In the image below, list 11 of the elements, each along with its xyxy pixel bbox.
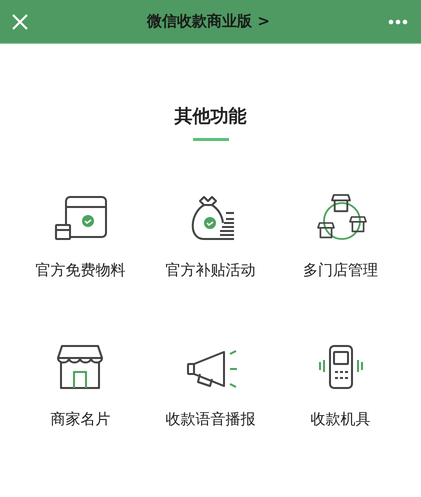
feature-label[interactable]: 多门店管理 <box>303 261 378 280</box>
title-underline <box>192 138 228 141</box>
more-icon[interactable] <box>388 18 408 24</box>
feature-label[interactable]: 官方补贴活动 <box>166 261 256 280</box>
feature-label[interactable]: 官方免费物料 <box>36 261 126 280</box>
feature-label[interactable]: 商家名片 <box>50 410 110 429</box>
page-title[interactable]: 微信收款商业版 > <box>147 12 270 31</box>
feature-label[interactable]: 收款机具 <box>310 410 370 429</box>
section-title: 其他功能 <box>174 105 246 128</box>
close-icon[interactable] <box>11 12 29 30</box>
feature-label[interactable]: 收款语音播报 <box>166 410 256 429</box>
